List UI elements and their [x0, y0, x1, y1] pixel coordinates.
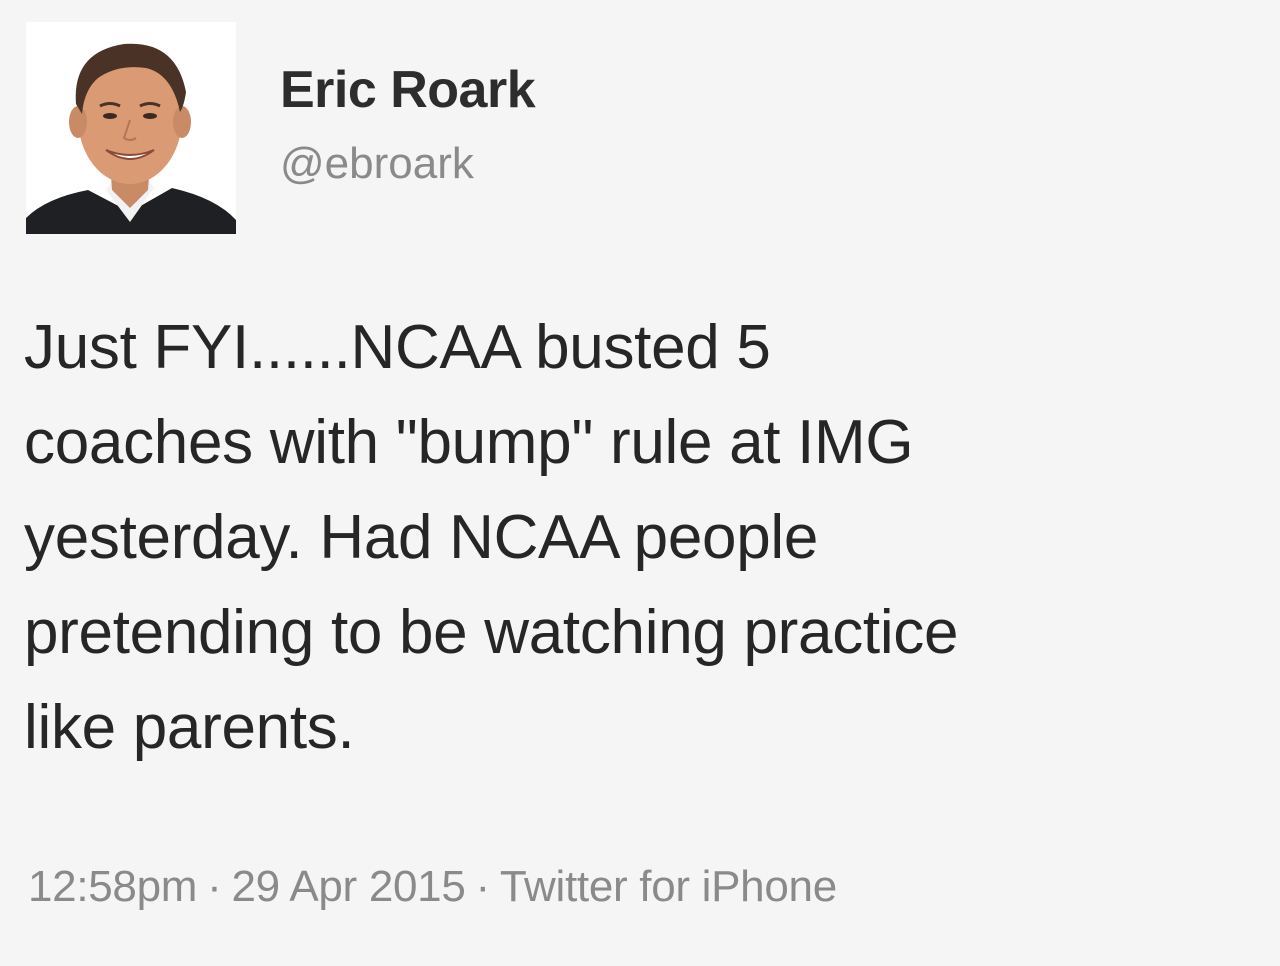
- meta-separator: ·: [475, 862, 491, 911]
- tweet-text-line: like parents.: [24, 693, 355, 762]
- author-handle[interactable]: @ebroark: [280, 139, 474, 189]
- tweet-timestamp[interactable]: 12:58pm: [28, 862, 197, 911]
- tweet-text-line: Just FYI......NCAA busted 5: [24, 313, 771, 382]
- author-name[interactable]: Eric Roark: [280, 60, 536, 120]
- tweet-text-line: yesterday. Had NCAA people: [24, 503, 819, 572]
- avatar-photo: [26, 22, 236, 234]
- tweet-source[interactable]: Twitter for iPhone: [500, 862, 837, 911]
- tweet-text-line: coaches with "bump" rule at IMG: [24, 408, 914, 477]
- tweet-text-line: pretending to be watching practice: [24, 598, 959, 667]
- tweet-card: Eric Roark @ebroark Just FYI......NCAA b…: [0, 0, 1280, 966]
- tweet-text: Just FYI......NCAA busted 5 coaches with…: [24, 300, 1264, 775]
- tweet-meta: 12:58pm · 29 Apr 2015 · Twitter for iPhone: [28, 862, 837, 912]
- avatar[interactable]: [26, 22, 236, 234]
- meta-separator: ·: [207, 862, 222, 911]
- tweet-date[interactable]: 29 Apr 2015: [232, 862, 466, 911]
